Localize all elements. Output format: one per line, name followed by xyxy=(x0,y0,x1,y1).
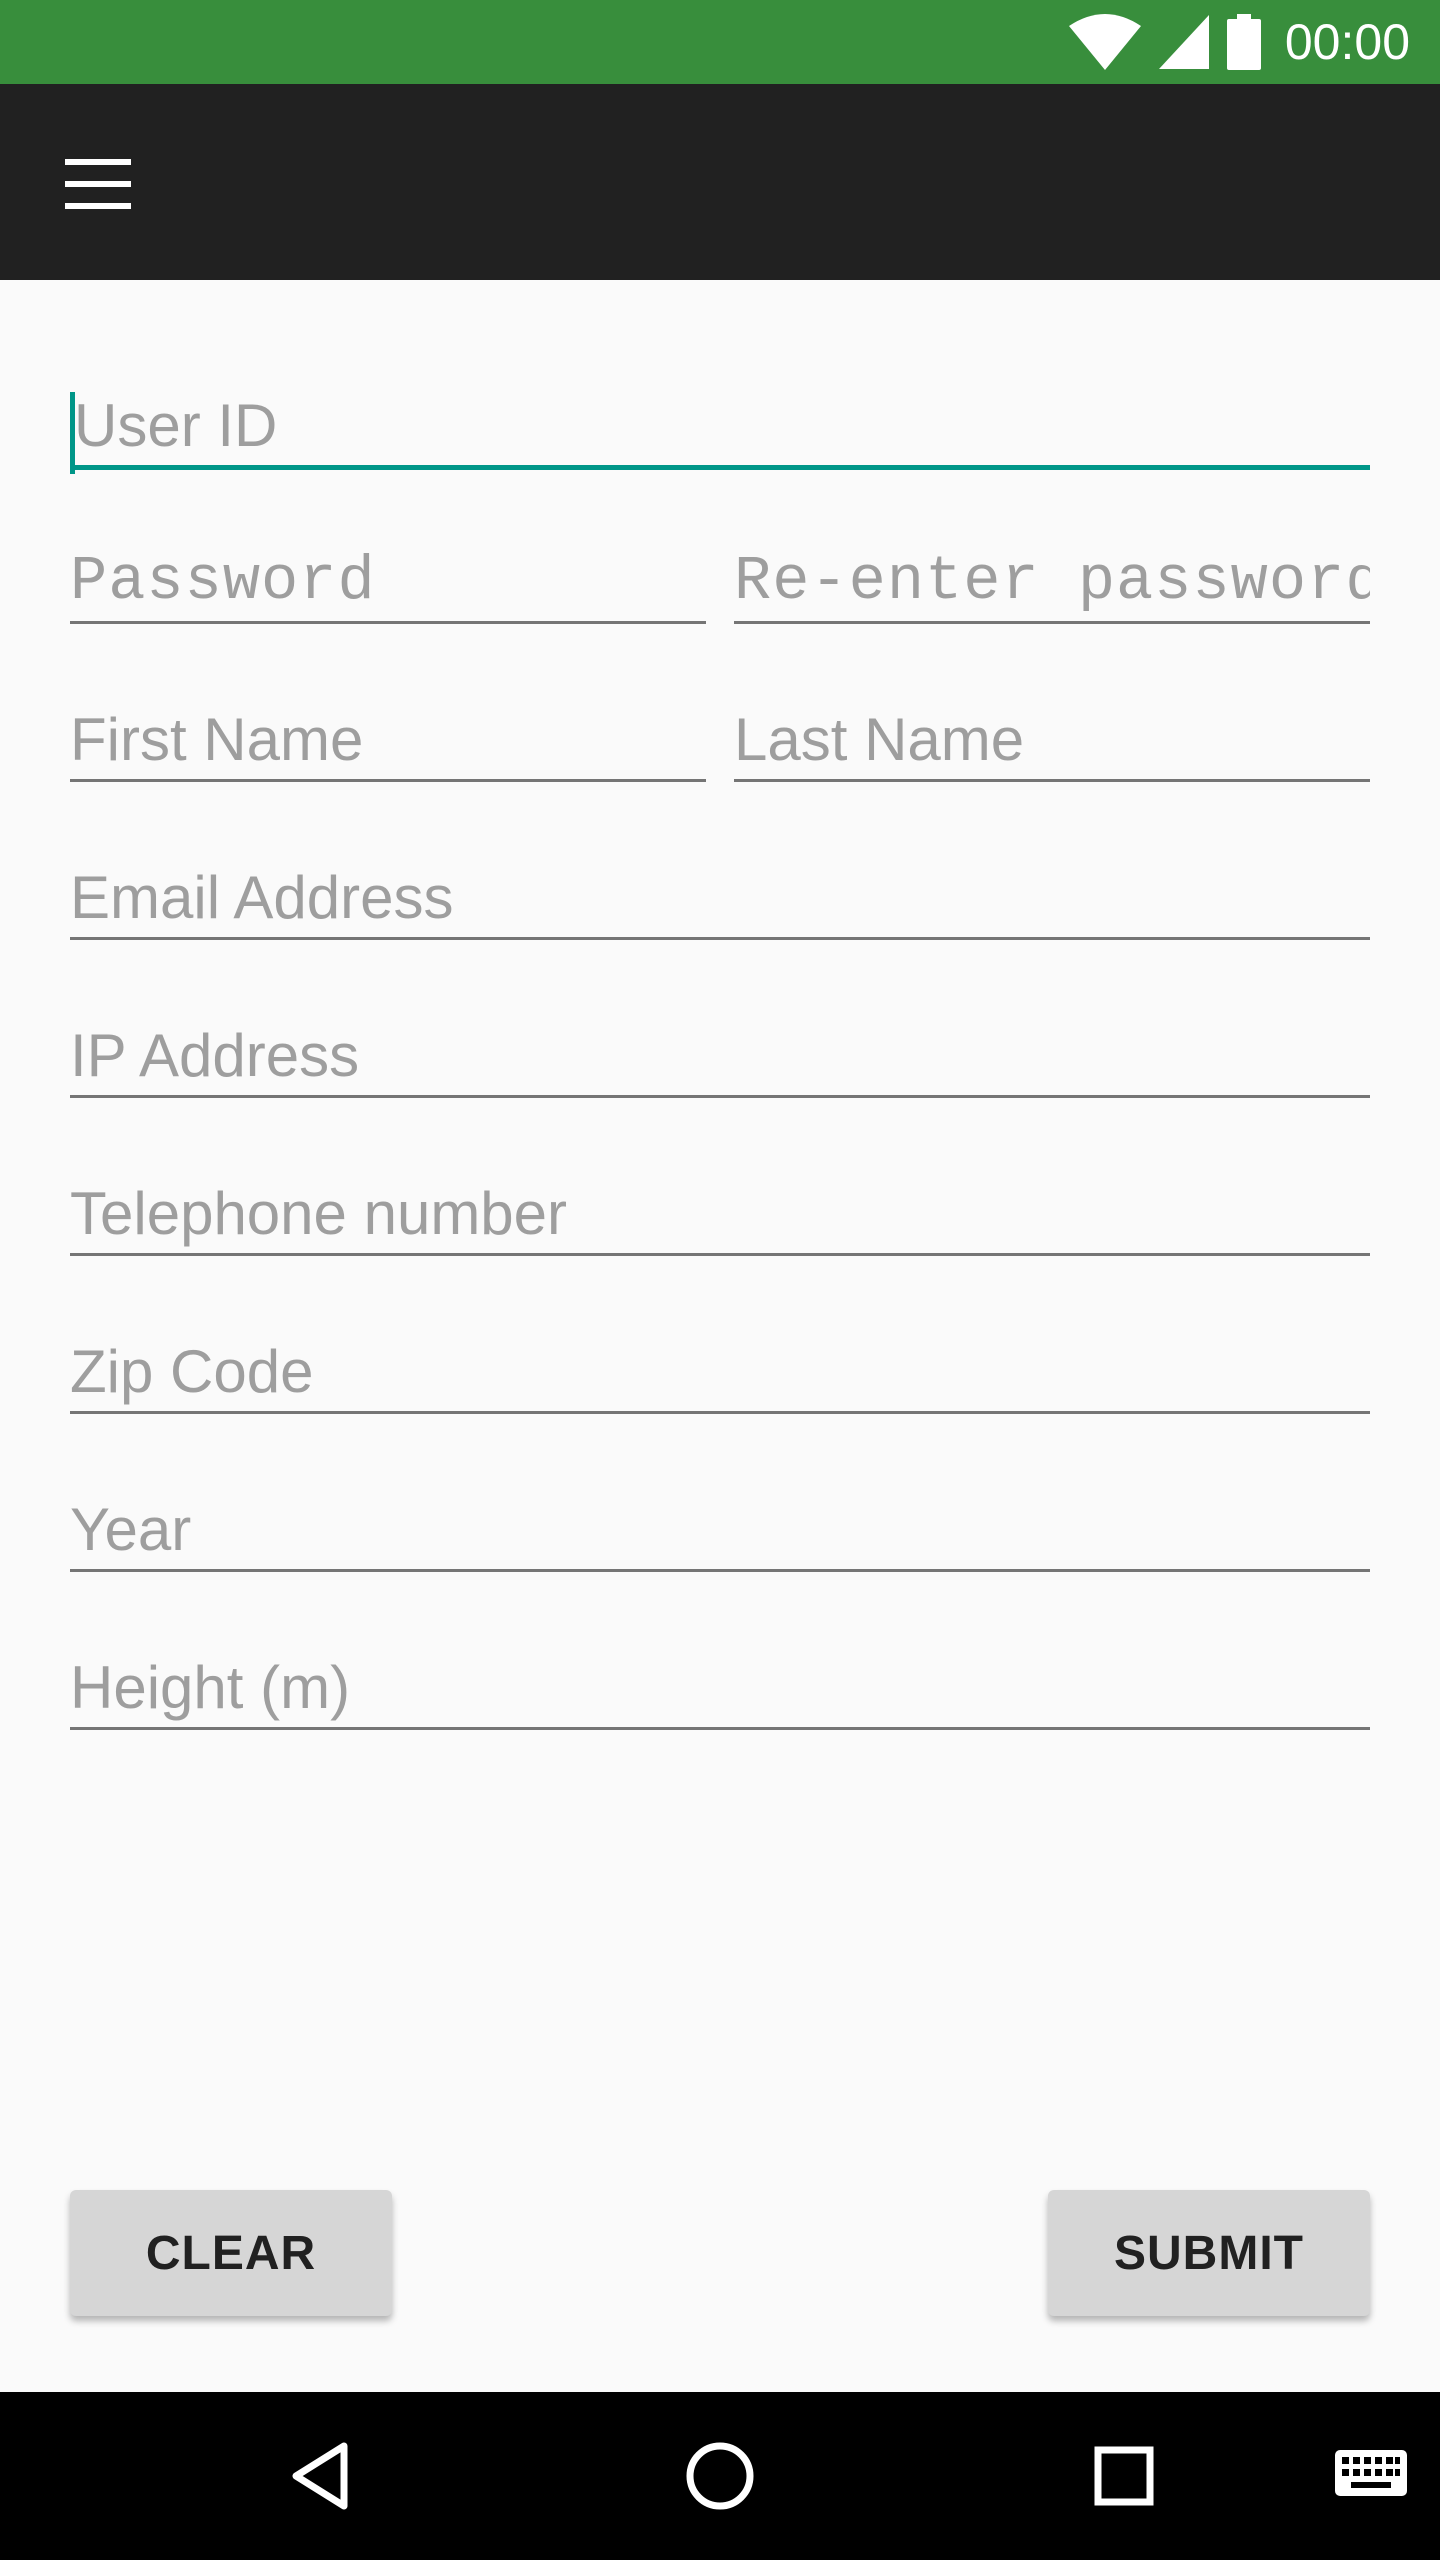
last-name-input[interactable] xyxy=(734,700,1370,779)
clear-button[interactable]: CLEAR xyxy=(70,2190,392,2316)
system-nav-bar xyxy=(0,2392,1440,2560)
height-field[interactable] xyxy=(70,1648,1370,1730)
zip-code-field[interactable] xyxy=(70,1332,1370,1414)
keyboard-icon xyxy=(1335,2450,1407,2496)
telephone-field[interactable] xyxy=(70,1174,1370,1256)
user-id-input[interactable] xyxy=(70,386,1374,465)
height-input[interactable] xyxy=(70,1648,1370,1727)
telephone-input[interactable] xyxy=(70,1174,1370,1253)
zip-code-input[interactable] xyxy=(70,1332,1370,1411)
reenter-password-input[interactable] xyxy=(734,542,1370,621)
status-icons: 00:00 xyxy=(1068,0,1410,84)
first-name-field[interactable] xyxy=(70,700,706,782)
last-name-field[interactable] xyxy=(734,700,1370,782)
nav-home-button[interactable] xyxy=(670,2392,770,2560)
password-input[interactable] xyxy=(70,542,706,621)
battery-icon xyxy=(1226,14,1261,70)
password-field[interactable] xyxy=(70,542,706,624)
ip-address-field[interactable] xyxy=(70,1016,1370,1098)
email-field[interactable] xyxy=(70,858,1370,940)
year-input[interactable] xyxy=(70,1490,1370,1569)
back-icon xyxy=(292,2442,348,2510)
submit-button[interactable]: SUBMIT xyxy=(1048,2190,1370,2316)
reenter-password-field[interactable] xyxy=(734,542,1370,624)
menu-button[interactable] xyxy=(40,144,156,224)
status-bar: 00:00 xyxy=(0,0,1440,84)
ip-address-input[interactable] xyxy=(70,1016,1370,1095)
wifi-icon xyxy=(1068,14,1141,70)
hamburger-menu-icon xyxy=(65,159,131,209)
signal-icon xyxy=(1158,15,1209,69)
year-field[interactable] xyxy=(70,1490,1370,1572)
nav-back-button[interactable] xyxy=(270,2392,370,2560)
first-name-input[interactable] xyxy=(70,700,706,779)
home-icon xyxy=(686,2442,754,2510)
nav-keyboard-button[interactable] xyxy=(1318,2392,1424,2560)
app-toolbar xyxy=(0,84,1440,280)
recents-icon xyxy=(1094,2446,1154,2506)
nav-recents-button[interactable] xyxy=(1074,2392,1174,2560)
email-input[interactable] xyxy=(70,858,1370,937)
status-time: 00:00 xyxy=(1284,14,1410,70)
user-id-field[interactable] xyxy=(70,386,1374,474)
